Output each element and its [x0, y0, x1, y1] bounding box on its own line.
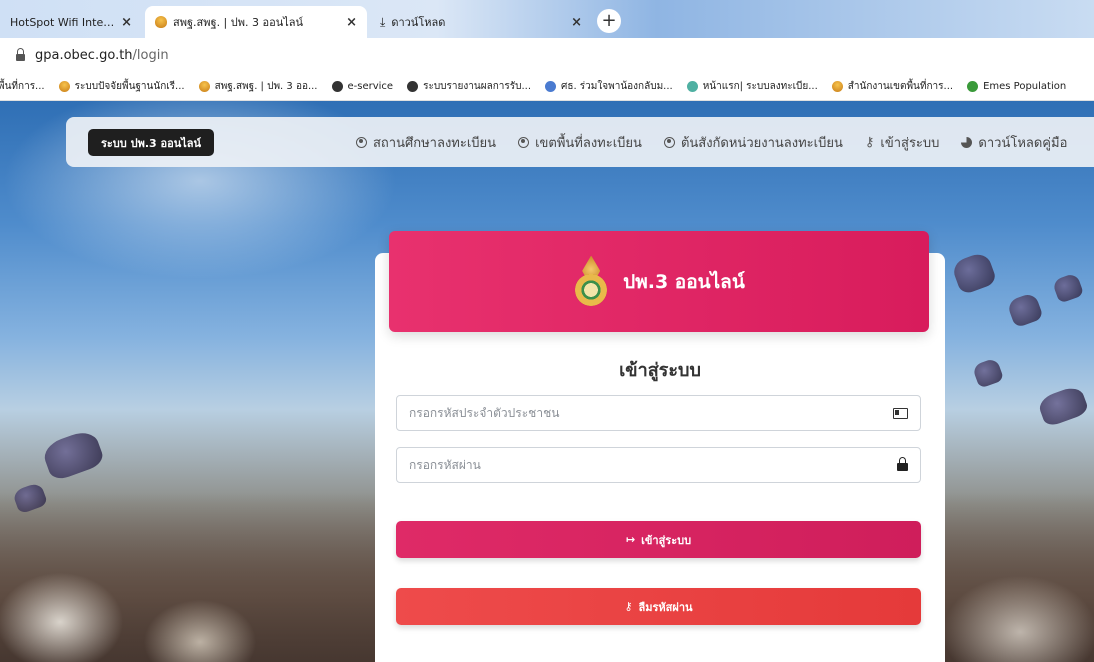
close-icon[interactable]: × [571, 15, 582, 30]
lock-icon [897, 457, 908, 471]
url-path: /login [132, 47, 169, 63]
pie-chart-icon [961, 136, 973, 148]
nav-label: เข้าสู่ระบบ [880, 135, 940, 151]
bookmark-item[interactable]: สำนักงานเขตพื้นที่การ... [831, 79, 954, 94]
obec-favicon-icon [198, 80, 210, 92]
bookmark-label: Emes Population [983, 80, 1067, 92]
close-icon[interactable]: × [121, 15, 132, 30]
browser-tab-strip: HotSpot Wifi Internet × สพฐ.สพฐ. | ปพ. 3… [0, 0, 1094, 38]
address-bar[interactable]: gpa.obec.go.th/login [0, 38, 1094, 72]
bookmark-item[interactable]: e-service [331, 80, 394, 92]
bookmarks-bar: พื้นที่การ... ระบบปัจจัยพื้นฐานนักเรี...… [0, 72, 1094, 101]
id-card-icon [893, 407, 908, 419]
new-tab-button[interactable]: + [597, 9, 621, 33]
graduation-cap-image [1051, 272, 1085, 304]
site-favicon-icon [686, 80, 698, 92]
lock-icon[interactable] [16, 47, 25, 61]
bookmark-label: สำนักงานเขตพื้นที่การ... [847, 80, 954, 92]
nav-links: สถานศึกษาลงทะเบียน เขตพื้นที่ลงทะเบียน ต… [356, 117, 1067, 167]
obec-emblem-icon [573, 255, 609, 308]
nav-school-register[interactable]: สถานศึกษาลงทะเบียน [356, 132, 496, 153]
user-circle-icon [356, 136, 367, 148]
graduation-cap-image [971, 357, 1005, 389]
login-button[interactable]: ↦ เข้าสู่ระบบ [396, 521, 921, 558]
graduation-cap-image [950, 250, 998, 296]
globe-icon [407, 80, 419, 92]
nav-label: ต้นสังกัดหน่วยงานลงทะเบียน [680, 135, 843, 151]
user-circle-icon [518, 136, 530, 148]
nav-download-manual[interactable]: ดาวน์โหลดคู่มือ [961, 132, 1067, 153]
emes-favicon-icon [967, 80, 979, 92]
bookmark-item[interactable]: ระบบรายงานผลการรับ... [407, 79, 531, 94]
nav-label: สถานศึกษาลงทะเบียน [373, 135, 497, 151]
globe-icon [331, 80, 343, 92]
location-pin-icon [545, 80, 556, 92]
login-card-header: ปพ.3 ออนไลน์ [389, 231, 929, 332]
bookmark-item[interactable]: หน้าแรก| ระบบลงทะเบีย... [686, 79, 818, 94]
bookmark-item[interactable]: ศธ. ร่วมใจพาน้องกลับม... [545, 79, 673, 94]
nav-label: ดาวน์โหลดคู่มือ [978, 135, 1068, 151]
bookmark-item[interactable]: ระบบปัจจัยพื้นฐานนักเรี... [58, 79, 185, 94]
nav-area-register[interactable]: เขตพื้นที่ลงทะเบียน [518, 132, 642, 153]
citizen-id-input[interactable]: กรอกรหัสประจำตัวประชาชน [396, 395, 921, 431]
bookmark-label: หน้าแรก| ระบบลงทะเบีย... [702, 80, 818, 92]
card-header-title: ปพ.3 ออนไลน์ [623, 270, 745, 293]
nav-label: เขตพื้นที่ลงทะเบียน [535, 135, 642, 151]
password-input[interactable]: กรอกรหัสผ่าน [396, 447, 921, 483]
bookmark-item[interactable]: สพฐ.สพฐ. | ปพ. 3 ออ... [198, 79, 318, 94]
obec-favicon-icon [155, 16, 167, 28]
key-icon: ⚷ [864, 134, 875, 150]
user-circle-icon [663, 136, 675, 148]
url-text[interactable]: gpa.obec.go.th/login [35, 48, 169, 63]
graduation-cap-image [1036, 384, 1090, 428]
password-placeholder: กรอกรหัสผ่าน [409, 457, 481, 472]
bookmark-item[interactable]: Emes Population [967, 80, 1067, 92]
top-navbar: ระบบ ปพ.3 ออนไลน์ สถานศึกษาลงทะเบียน เขต… [66, 117, 1094, 167]
key-icon: ⚷ [624, 600, 633, 613]
bookmark-label: e-service [347, 80, 394, 92]
nav-login[interactable]: ⚷ เข้าสู่ระบบ [865, 132, 940, 153]
tab-title: ดาวน์โหลด [391, 16, 446, 29]
bookmark-label: ระบบรายงานผลการรับ... [423, 80, 531, 92]
nav-agency-register[interactable]: ต้นสังกัดหน่วยงานลงทะเบียน [663, 132, 843, 153]
sign-in-icon: ↦ [625, 533, 636, 546]
tab-title: สพฐ.สพฐ. | ปพ. 3 ออนไลน์ [173, 16, 304, 29]
bookmark-label: ศธ. ร่วมใจพาน้องกลับม... [561, 80, 673, 92]
citizen-id-placeholder: กรอกรหัสประจำตัวประชาชน [409, 405, 560, 420]
obec-favicon-icon [58, 80, 70, 92]
bookmark-item[interactable]: พื้นที่การ... [0, 79, 45, 94]
url-host: gpa.obec.go.th [35, 47, 133, 63]
bookmark-label: ระบบปัจจัยพื้นฐานนักเรี... [74, 80, 185, 92]
login-button-label: เข้าสู่ระบบ [641, 533, 692, 547]
browser-tab-hotspot[interactable]: HotSpot Wifi Internet × [0, 6, 142, 38]
bookmark-label: พื้นที่การ... [0, 80, 45, 92]
bookmark-label: สพฐ.สพฐ. | ปพ. 3 ออ... [214, 80, 318, 92]
page-viewport: ระบบ ปพ.3 ออนไลน์ สถานศึกษาลงทะเบียน เขต… [0, 101, 1094, 662]
forgot-button-label: ลืมรหัสผ่าน [638, 600, 693, 614]
download-icon: ⤓ [380, 14, 386, 29]
obec-favicon-icon [831, 80, 843, 92]
browser-tab-gpa[interactable]: สพฐ.สพฐ. | ปพ. 3 ออนไลน์ × [145, 6, 367, 38]
graduation-cap-image [1006, 291, 1044, 329]
graduation-cap-image [40, 427, 106, 483]
browser-tab-downloads[interactable]: ⤓ ดาวน์โหลด × [370, 6, 592, 38]
forgot-password-button[interactable]: ⚷ ลืมรหัสผ่าน [396, 588, 921, 625]
login-title: เข้าสู่ระบบ [619, 360, 701, 381]
tab-title: HotSpot Wifi Internet [10, 15, 116, 29]
brand-button[interactable]: ระบบ ปพ.3 ออนไลน์ [88, 129, 214, 156]
close-icon[interactable]: × [346, 15, 357, 30]
